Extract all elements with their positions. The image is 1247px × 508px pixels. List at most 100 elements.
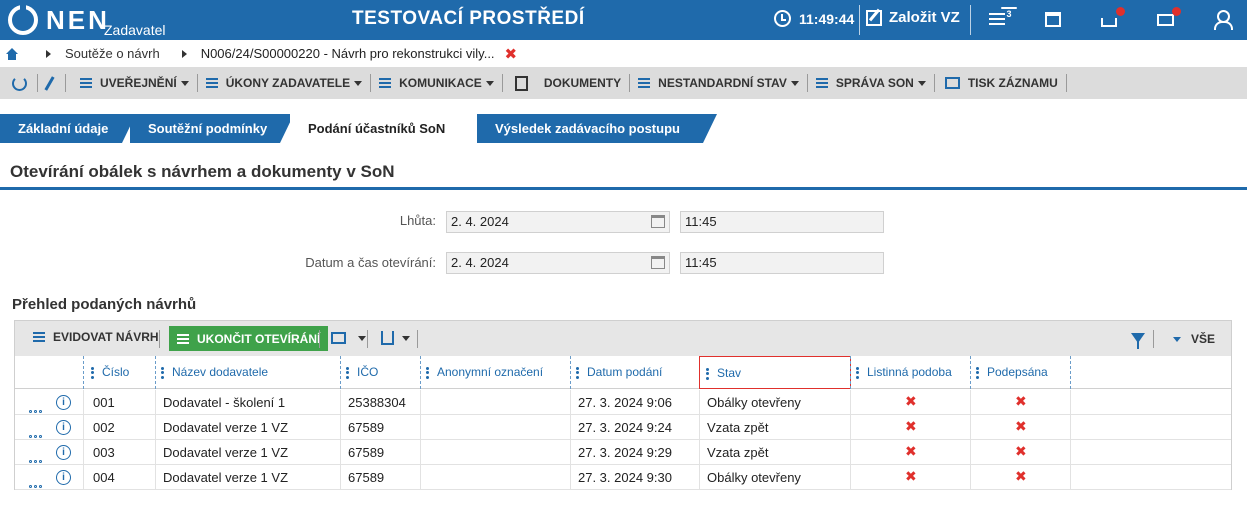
uverejneni-label: UVEŘEJNĚNÍ [100, 76, 177, 90]
export-menu[interactable] [381, 331, 410, 345]
more-options-icon[interactable] [29, 401, 45, 413]
komunikace-menu[interactable]: KOMUNIKACE [377, 76, 496, 90]
tisk-zaznamu-button[interactable]: TISK ZÁZNAMU [941, 76, 1060, 90]
calendar-icon[interactable] [651, 215, 665, 228]
column-listinna-podoba[interactable]: Listinná podoba [850, 356, 970, 389]
breadcrumb-item[interactable]: Soutěže o návrh [65, 46, 160, 61]
nen-logo[interactable]: NEN [8, 3, 110, 36]
more-options-icon[interactable] [29, 476, 45, 488]
more-options-icon[interactable] [29, 451, 45, 463]
refresh-icon[interactable] [12, 75, 27, 91]
tab-zakladni-udaje[interactable]: Základní údaje [0, 114, 136, 143]
ukony-zadavatele-menu[interactable]: ÚKONY ZADAVATELE [204, 76, 364, 90]
user-icon[interactable] [1212, 10, 1233, 30]
toolbar-divider [933, 74, 935, 92]
lhuta-label: Lhůta: [399, 213, 436, 228]
cell-datum: 27. 3. 2024 9:30 [578, 470, 672, 485]
toolbar-divider [1153, 330, 1154, 348]
column-menu-icon[interactable] [856, 365, 859, 380]
session-clock: 11:49:44 [774, 10, 854, 27]
cell-nazev: Dodavatel verze 1 VZ [163, 470, 289, 485]
print-icon [331, 332, 346, 344]
tab-podani-ucastniku[interactable]: Podání účastníků SoN [290, 114, 484, 143]
column-label: Anonymní označení [437, 365, 544, 379]
info-icon[interactable]: i [56, 395, 71, 410]
toolbar-divider [65, 74, 66, 92]
page-title: Otevírání obálek s návrhem a dokumenty v… [10, 162, 395, 181]
column-label: Listinná podoba [867, 365, 952, 379]
column-datum-podani[interactable]: Datum podání [570, 356, 698, 389]
column-menu-icon[interactable] [706, 366, 709, 381]
ukoncit-otevirani-button[interactable]: UKONČIT OTEVÍRÁNÍ [169, 326, 329, 351]
grid-header: Číslo Název dodavatele IČO Anonymní ozna… [15, 356, 1231, 389]
calendar-icon[interactable] [1045, 10, 1065, 30]
cross-icon: ✖ [1015, 393, 1027, 409]
caret-down-icon [354, 80, 363, 86]
create-vz-button[interactable]: Založit VZ [866, 9, 960, 26]
uverejneni-menu[interactable]: UVEŘEJNĚNÍ [78, 76, 191, 90]
otevirani-date-value: 2. 4. 2024 [451, 255, 509, 270]
cell-ico: 67589 [348, 420, 385, 435]
calendar-icon[interactable] [651, 256, 665, 269]
cell-anon [420, 415, 428, 440]
column-podepsana[interactable]: Podepsána [970, 356, 1070, 389]
column-cislo[interactable]: Číslo [85, 356, 153, 389]
column-ico[interactable]: IČO [340, 356, 420, 389]
table-row[interactable]: i 001 Dodavatel - školení 1 25388304 27.… [15, 390, 1231, 415]
sprava-son-menu[interactable]: SPRÁVA SON [814, 76, 928, 90]
column-menu-icon[interactable] [426, 365, 429, 380]
cross-icon: ✖ [905, 418, 917, 434]
home-icon[interactable] [6, 47, 18, 60]
evidovat-navrh-button[interactable]: EVIDOVAT NÁVRH [33, 330, 159, 344]
lhuta-time-field[interactable]: 11:45 [680, 211, 884, 233]
toolbar-divider [319, 330, 320, 348]
cell-cislo: 002 [93, 420, 115, 435]
mail-notification-dot [1172, 7, 1181, 16]
caret-down-icon [358, 335, 366, 341]
column-menu-icon[interactable] [91, 365, 94, 380]
column-nazev-dodavatele[interactable]: Název dodavatele [155, 356, 339, 389]
nestandardni-stav-menu[interactable]: NESTANDARDNÍ STAV [636, 76, 801, 90]
column-anonymni-oznaceni[interactable]: Anonymní označení [420, 356, 570, 389]
info-icon[interactable]: i [56, 420, 71, 435]
menu-icon[interactable]: 3 [989, 7, 1017, 30]
table-row[interactable]: i 004 Dodavatel verze 1 VZ 67589 27. 3. … [15, 465, 1231, 490]
cell-anon [420, 440, 428, 465]
cell-nazev: Dodavatel - školení 1 [163, 395, 286, 410]
tab-vysledek[interactable]: Výsledek zadávacího postupu [477, 114, 717, 143]
column-menu-icon[interactable] [576, 365, 579, 380]
close-icon[interactable]: ✖ [505, 45, 518, 63]
column-menu-icon[interactable] [346, 365, 349, 380]
pencil-icon[interactable] [44, 75, 55, 91]
cell-nazev: Dodavatel verze 1 VZ [163, 445, 289, 460]
otevirani-date-field[interactable]: 2. 4. 2024 [446, 252, 670, 274]
otevirani-time-value: 11:45 [685, 255, 717, 270]
create-vz-label: Založit VZ [889, 9, 960, 26]
toolbar-divider [37, 74, 38, 92]
column-label: IČO [357, 365, 379, 379]
print-menu[interactable] [329, 332, 366, 344]
column-menu-icon[interactable] [976, 365, 979, 380]
cell-stav: Vzata zpět [707, 420, 769, 435]
proposals-grid: EVIDOVAT NÁVRH UKONČIT OTEVÍRÁNÍ VŠE Čís… [14, 320, 1232, 490]
info-icon[interactable]: i [56, 445, 71, 460]
table-row[interactable]: i 003 Dodavatel verze 1 VZ 67589 27. 3. … [15, 440, 1231, 465]
vse-selector[interactable]: VŠE [1169, 332, 1215, 346]
mail-icon[interactable] [1157, 7, 1181, 30]
filter-button[interactable] [1131, 333, 1145, 349]
column-stav[interactable]: Stav [699, 356, 851, 389]
info-icon[interactable]: i [56, 470, 71, 485]
tab-soutezni-podminky[interactable]: Soutěžní podmínky [130, 114, 294, 143]
inbox-icon[interactable] [1101, 7, 1125, 30]
dokumenty-button[interactable]: DOKUMENTY [509, 75, 623, 91]
otevirani-time-field[interactable]: 11:45 [680, 252, 884, 274]
ukony-label: ÚKONY ZADAVATELE [225, 76, 351, 90]
ukoncit-label: UKONČIT OTEVÍRÁNÍ [197, 331, 321, 346]
column-menu-icon[interactable] [161, 365, 164, 380]
lhuta-date-field[interactable]: 2. 4. 2024 [446, 211, 670, 233]
list-icon [815, 77, 830, 89]
table-row[interactable]: i 002 Dodavatel verze 1 VZ 67589 27. 3. … [15, 415, 1231, 440]
cell-datum: 27. 3. 2024 9:06 [578, 395, 672, 410]
list-icon [33, 331, 47, 343]
more-options-icon[interactable] [29, 426, 45, 438]
